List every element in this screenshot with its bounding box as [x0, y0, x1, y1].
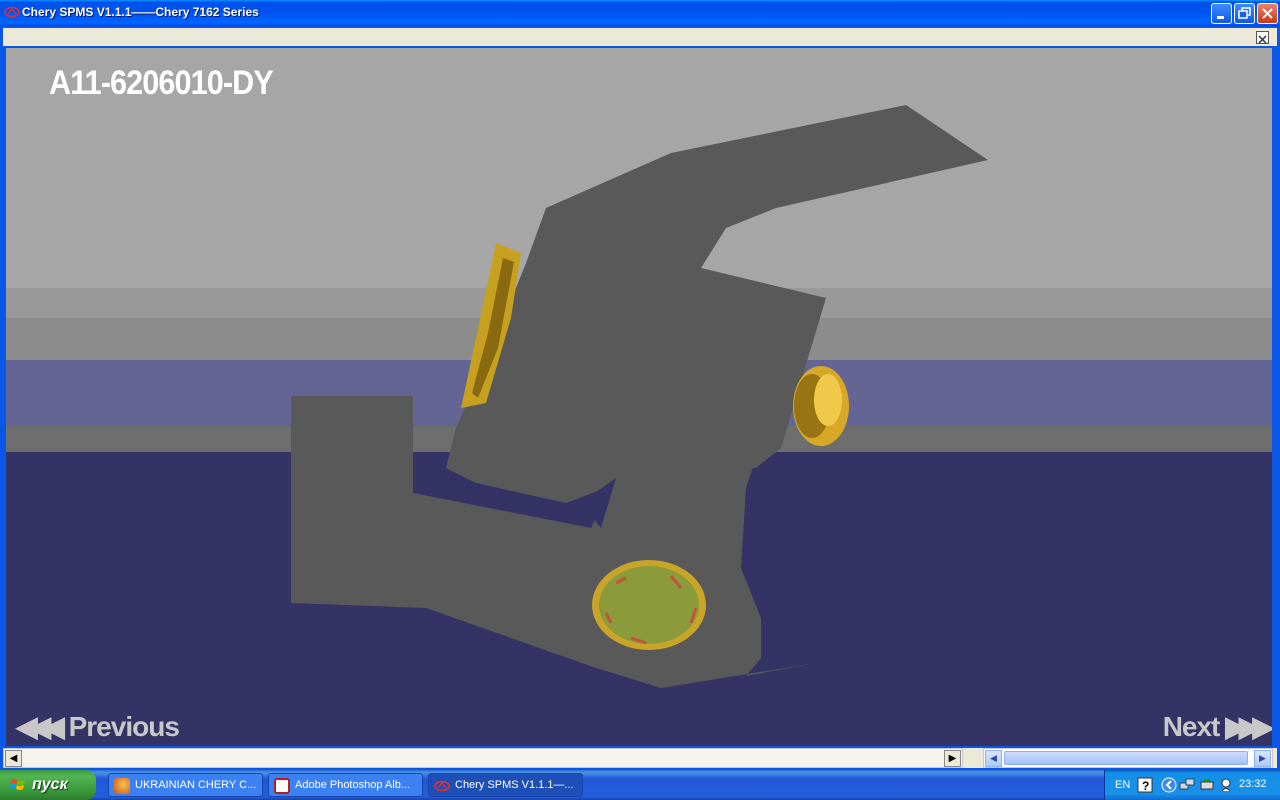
close-icon [1258, 35, 1267, 44]
triple-arrow-left-icon: ◀◀◀ [16, 711, 65, 742]
messenger-icon[interactable] [1219, 777, 1235, 793]
taskbar-item[interactable]: Chery SPMS V1.1.1—... [428, 773, 583, 797]
restore-icon [1238, 7, 1251, 19]
start-label: пуск [32, 776, 68, 793]
language-indicator[interactable]: EN [1115, 779, 1130, 791]
part-code-label: A11-6206010-DY [49, 64, 274, 102]
right-nut-highlight [814, 374, 842, 426]
close-button[interactable] [1257, 3, 1278, 24]
next-button[interactable]: Next ▶▶▶ [1162, 710, 1272, 743]
expand-tray-icon[interactable] [1161, 777, 1177, 793]
part-3d-model [291, 105, 988, 688]
taskbar-item[interactable]: Adobe Photoshop Alb... [268, 773, 423, 797]
window-title: Chery SPMS V1.1.1——Chery 7162 Series [22, 5, 259, 19]
restore-button[interactable] [1234, 3, 1255, 24]
scroll-left-button[interactable]: ◀ [985, 750, 1002, 767]
system-tray: EN ? 23:32 [1104, 770, 1280, 800]
minimize-button[interactable] [1211, 3, 1232, 24]
safely-remove-hardware-icon[interactable] [1199, 777, 1215, 793]
horizontal-scrollbar[interactable]: ◀ ▶ [3, 748, 963, 768]
scrollbar-thumb[interactable] [1004, 751, 1248, 765]
clock[interactable]: 23:32 [1239, 778, 1267, 790]
pivot-bushing-inner [599, 566, 699, 644]
close-icon [1262, 8, 1273, 19]
taskbar-item-label: Chery SPMS V1.1.1—... [455, 779, 574, 791]
scroll-left-button[interactable]: ◀ [5, 750, 22, 767]
firefox-icon [114, 778, 130, 794]
photoshop-album-icon [274, 778, 290, 794]
windows-flag-icon [10, 779, 25, 790]
network-icon[interactable] [1179, 777, 1195, 793]
horizontal-scrollbar-area: ◀ ▶ ◀ ▶ [3, 748, 1277, 768]
start-button[interactable]: пуск [0, 770, 96, 800]
taskbar-item-label: Adobe Photoshop Alb... [295, 779, 410, 791]
chery-logo-icon [434, 780, 450, 792]
viewer-toolbar [3, 28, 1277, 46]
scroll-right-button[interactable]: ▶ [1254, 750, 1271, 767]
taskbar: пуск UKRAINIAN CHERY C... Adobe Photosho… [0, 770, 1280, 800]
chery-logo-icon [4, 6, 20, 18]
viewer-close-button[interactable] [1256, 31, 1269, 44]
part-viewer[interactable]: A11-6206010-DY ◀◀◀ Previous Next ▶▶▶ [6, 48, 1272, 746]
next-label: Next [1162, 710, 1221, 742]
taskbar-item-label: UKRAINIAN CHERY C... [135, 779, 257, 791]
triple-arrow-right-icon: ▶▶▶ [1225, 711, 1272, 742]
help-icon[interactable]: ? [1137, 777, 1153, 793]
window-frame: A11-6206010-DY ◀◀◀ Previous Next ▶▶▶ ◀ ▶… [0, 26, 1280, 770]
secondary-scrollbar[interactable]: ◀ ▶ [983, 748, 1273, 768]
scroll-right-button[interactable]: ▶ [944, 750, 961, 767]
previous-button[interactable]: ◀◀◀ Previous [16, 710, 180, 743]
title-bar: Chery SPMS V1.1.1——Chery 7162 Series [0, 0, 1280, 26]
minimize-icon [1217, 16, 1224, 19]
bracket-upper-arm [446, 105, 988, 503]
svg-text:?: ? [1142, 779, 1149, 793]
taskbar-item[interactable]: UKRAINIAN CHERY C... [108, 773, 263, 797]
previous-label: Previous [68, 710, 180, 742]
